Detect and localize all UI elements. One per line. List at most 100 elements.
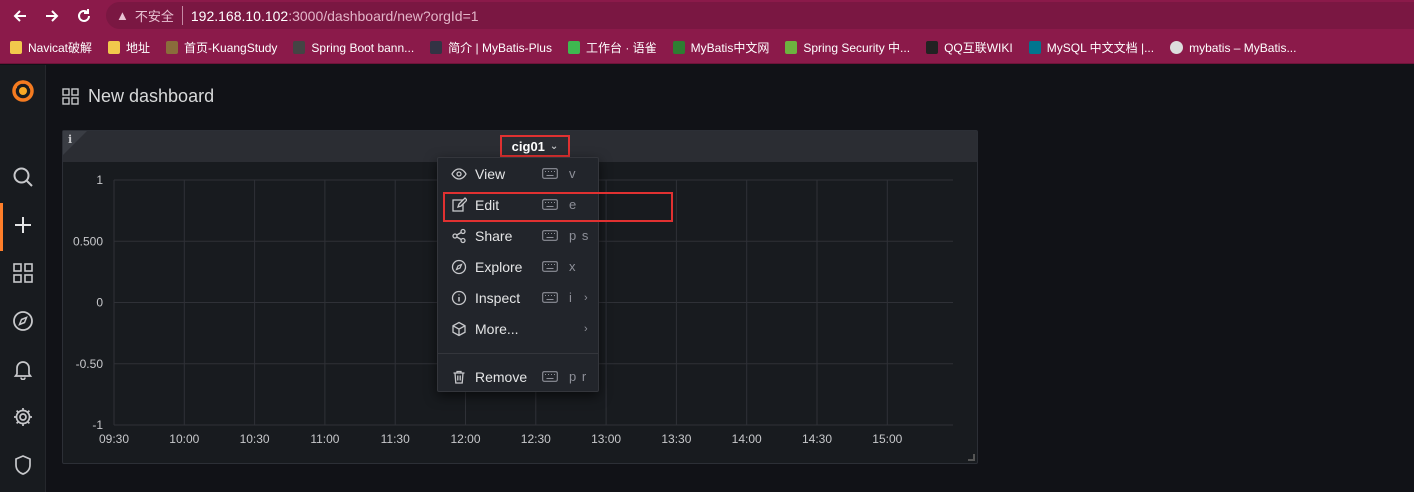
grafana-logo[interactable] [0, 71, 46, 111]
bookmark-label: 地址 [126, 41, 151, 55]
share-icon [452, 228, 466, 244]
menu-item-label: Remove [475, 368, 528, 385]
panel-info-corner[interactable] [63, 131, 87, 155]
menu-item-shortcut: i [569, 290, 573, 305]
menu-item-label: Inspect [475, 289, 521, 306]
bookmark-item[interactable]: 简介 | MyBatis-Plus [430, 39, 552, 56]
address-bar[interactable]: ▲ 不安全 192.168.10.102 :3000/dashboard/new… [106, 2, 1414, 29]
grafana-logo-icon [12, 80, 34, 102]
keyboard-icon [542, 261, 558, 272]
y-tick-label: 0.500 [73, 234, 103, 248]
bookmark-item[interactable]: 工作台 · 语雀 [567, 39, 657, 56]
shield-icon [15, 455, 31, 475]
forward-button[interactable] [36, 0, 68, 32]
reload-button[interactable] [68, 0, 100, 32]
bookmark-label: MyBatis中文网 [690, 41, 770, 55]
bookmarks-bar: Navicat破解 地址 首页-KuangStudy Spring Boot bann… [0, 32, 1414, 64]
bookmark-item[interactable]: Spring Boot bann... [293, 41, 414, 55]
folder-icon [108, 41, 121, 54]
bookmark-item[interactable]: mybatis – MyBatis... [1170, 41, 1296, 55]
y-tick-label: 1 [96, 173, 103, 187]
sidebar-item-server-admin[interactable] [0, 445, 46, 485]
chevron-right-icon: › [584, 291, 588, 304]
back-button[interactable] [4, 0, 36, 32]
resize-handle[interactable] [968, 454, 975, 461]
sidebar-item-explore[interactable] [0, 301, 46, 341]
bookmark-label: MySQL 中文文档 |... [1046, 41, 1155, 55]
bookmark-label: Spring Boot bann... [311, 40, 415, 55]
menu-item-share[interactable]: Share p s [438, 220, 598, 251]
bookmark-label: 简介 | MyBatis-Plus [448, 41, 552, 55]
keyboard-icon [542, 371, 558, 382]
site-icon [293, 41, 306, 54]
menu-item-remove[interactable]: Remove p r [438, 361, 598, 392]
sidebar-item-dashboards[interactable] [0, 253, 46, 293]
arrow-right-icon [46, 10, 59, 22]
sidebar-item-search[interactable] [0, 157, 46, 197]
chevron-right-icon: › [584, 322, 588, 335]
sidebar [0, 65, 46, 492]
site-icon [785, 41, 798, 54]
bell-icon [13, 361, 33, 380]
y-tick-label: -0.50 [76, 357, 104, 371]
bookmark-label: 首页-KuangStudy [184, 41, 278, 55]
x-tick-label: 14:00 [732, 432, 762, 446]
menu-item-edit[interactable]: Edit e [438, 189, 598, 220]
sidebar-item-configuration[interactable] [0, 397, 46, 437]
url-host: 192.168.10.102 [190, 7, 289, 24]
site-icon [166, 41, 179, 54]
menu-item-shortcut: p s [569, 228, 590, 243]
info-icon[interactable]: i [68, 133, 72, 146]
x-tick-label: 13:00 [591, 432, 621, 446]
bookmark-item[interactable]: 地址 [108, 39, 150, 56]
x-tick-label: 10:00 [169, 432, 199, 446]
keyboard-icon [542, 292, 558, 303]
site-icon [430, 41, 443, 54]
y-tick-label: 0 [96, 296, 103, 310]
apps-grid-icon [13, 263, 33, 283]
menu-item-label: Share [475, 227, 513, 244]
menu-item-view[interactable]: View v [438, 158, 598, 189]
bookmark-item[interactable]: MyBatis中文网 [672, 39, 770, 56]
chevron-down-icon[interactable]: ⌄ [550, 141, 558, 152]
eye-icon [451, 168, 467, 180]
menu-item-shortcut: e [569, 197, 578, 212]
menu-item-inspect[interactable]: Inspect i › [438, 282, 598, 313]
search-icon [13, 167, 33, 187]
menu-item-label: More... [475, 320, 519, 337]
folder-icon [10, 41, 22, 54]
menu-divider [438, 353, 598, 354]
keyboard-icon [542, 199, 558, 210]
arrow-left-icon [13, 10, 26, 22]
browser-toolbar: ▲ 不安全 192.168.10.102 :3000/dashboard/new… [0, 0, 1414, 32]
bookmark-item[interactable]: QQ互联WIKI [926, 39, 1013, 56]
reload-icon [78, 9, 90, 22]
bookmark-label: 工作台 · 语雀 [585, 41, 657, 55]
bookmark-item[interactable]: MySQL 中文文档 |... [1028, 39, 1155, 56]
insecure-label[interactable]: 不安全 [135, 6, 183, 25]
gear-icon [14, 408, 32, 426]
panel-title-menu[interactable]: cig01 ⌄ [500, 135, 570, 157]
bookmark-item[interactable]: 首页-KuangStudy [166, 39, 277, 56]
info-circle-icon [451, 290, 467, 306]
menu-item-label: Explore [475, 258, 523, 275]
bookmark-label: mybatis – MyBatis... [1189, 40, 1297, 55]
bookmark-item[interactable]: Spring Security 中... [785, 39, 910, 56]
warning-icon[interactable]: ▲ [116, 8, 129, 23]
x-tick-label: 12:00 [450, 432, 480, 446]
site-icon [1028, 41, 1041, 54]
dashboard-title[interactable]: New dashboard [88, 86, 214, 107]
menu-item-explore[interactable]: Explore x [438, 251, 598, 282]
x-tick-label: 11:00 [310, 432, 339, 446]
edit-icon [452, 197, 467, 212]
bookmark-item[interactable]: Navicat破解 [10, 39, 92, 56]
sidebar-item-create[interactable] [0, 205, 46, 245]
panel-title[interactable]: cig01 [512, 139, 545, 154]
menu-item-more[interactable]: More... › [438, 313, 598, 344]
bookmark-label: QQ互联WIKI [944, 41, 1013, 55]
x-tick-label: 15:00 [872, 432, 902, 446]
site-icon [926, 41, 939, 54]
menu-item-shortcut: v [569, 166, 577, 181]
panel-context-menu: View v Edit e Share p s Explore x Inspect i › More.… [437, 157, 599, 392]
sidebar-item-alerting[interactable] [0, 349, 46, 389]
